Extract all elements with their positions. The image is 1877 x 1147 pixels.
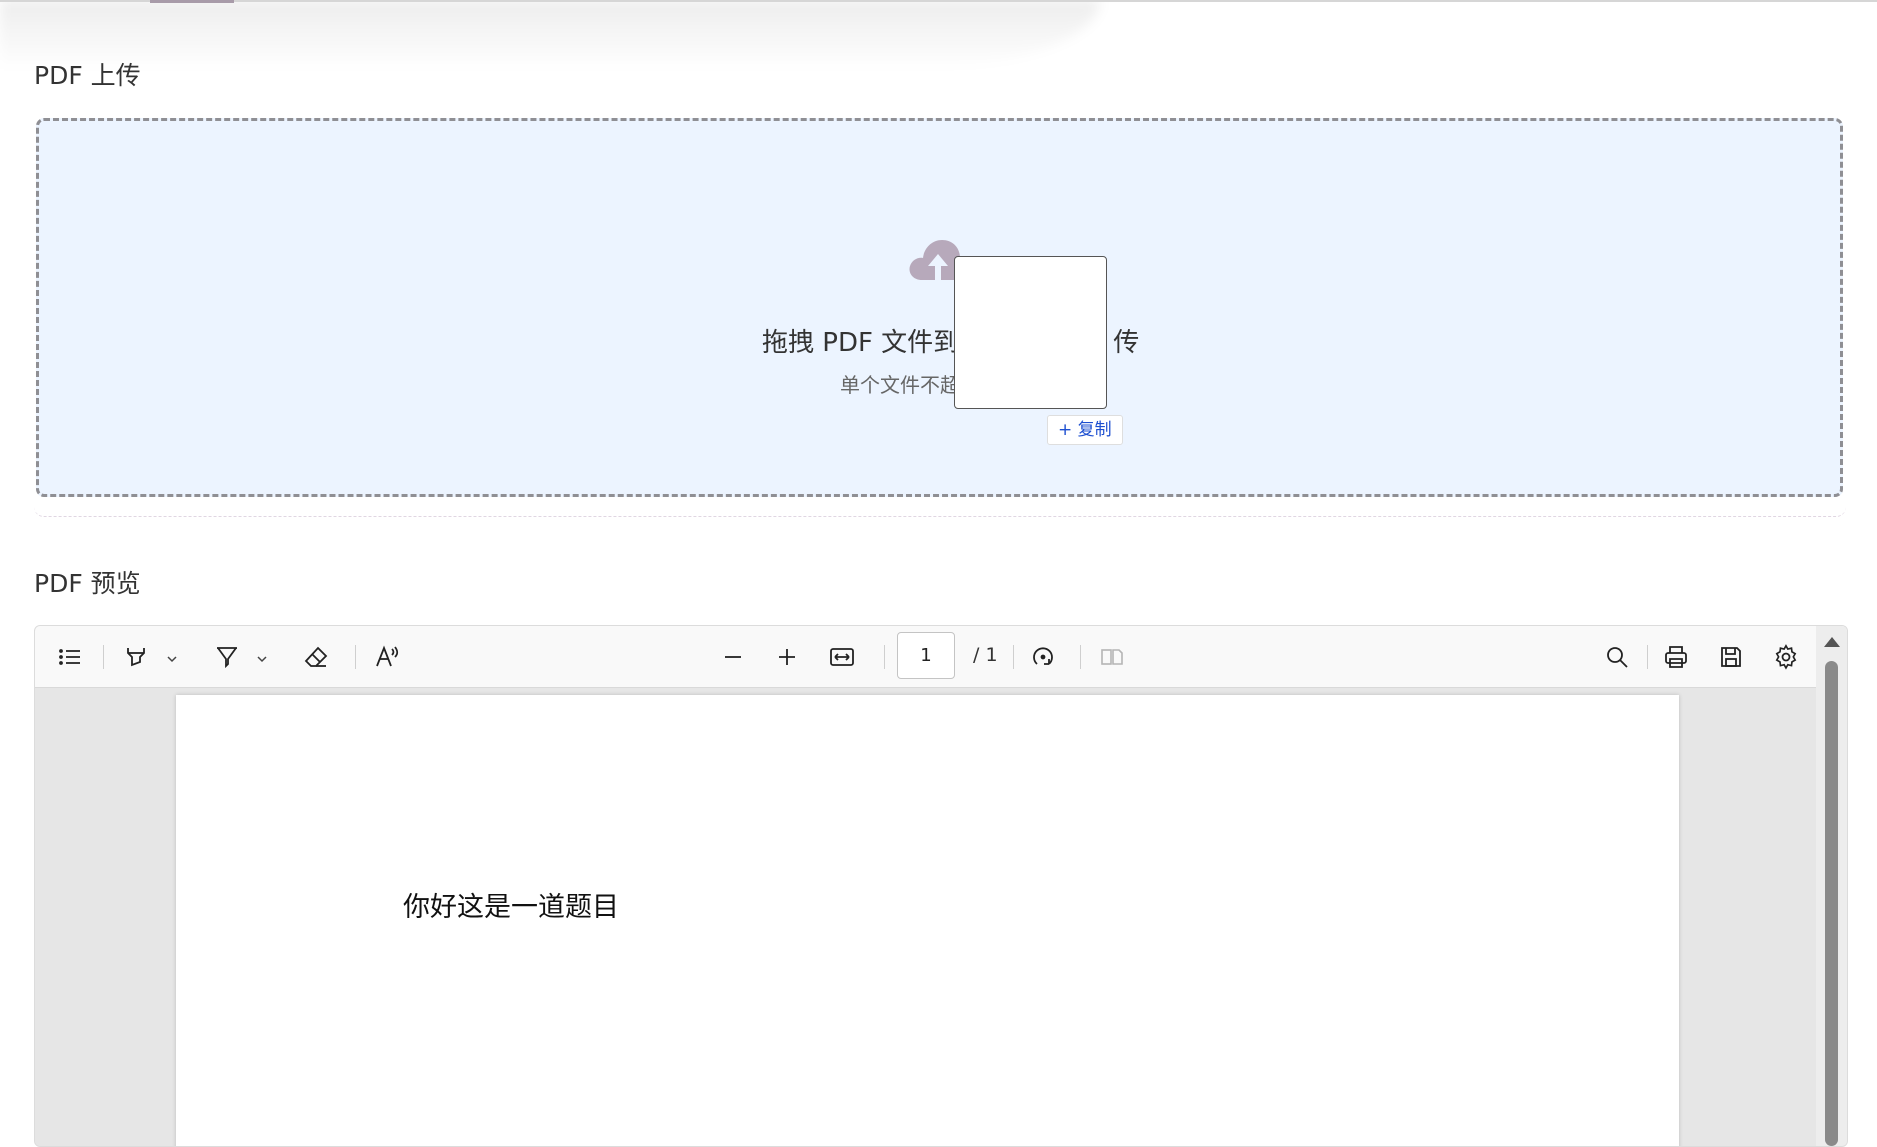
toolbar-separator <box>1013 645 1014 669</box>
page-text: 你好这是一道题目 <box>403 892 619 923</box>
top-border <box>0 0 1877 2</box>
scroll-up-arrow[interactable] <box>1824 637 1840 647</box>
copy-drop-badge: + 复制 <box>1047 415 1123 445</box>
drag-ghost-preview <box>954 256 1107 409</box>
toolbar-separator <box>1080 645 1081 669</box>
top-shadow <box>0 0 1100 70</box>
page-total: / 1 <box>973 644 998 666</box>
preview-section-title: PDF 预览 <box>34 569 141 598</box>
pdf-dropzone[interactable] <box>36 118 1843 497</box>
toolbar-separator <box>1647 645 1648 669</box>
document-area[interactable]: 你好这是一道题目 <box>35 688 1816 1146</box>
list-icon[interactable] <box>55 642 85 672</box>
chevron-down-icon[interactable] <box>255 652 269 666</box>
plus-icon[interactable] <box>772 642 802 672</box>
chevron-down-icon[interactable] <box>165 652 179 666</box>
active-tab-indicator <box>150 0 234 3</box>
toolbar-separator <box>884 645 885 669</box>
pdf-viewer: 1 / 1 你好这是一道题目 <box>34 625 1848 1147</box>
dropzone-instruction-right: 传 <box>1113 328 1140 358</box>
highlighter-icon[interactable] <box>121 642 151 672</box>
scroll-thumb[interactable] <box>1825 661 1838 1146</box>
dropzone-hint: 单个文件不超 <box>840 373 960 397</box>
dropzone-instruction-left: 拖拽 PDF 文件到 <box>762 328 960 358</box>
page-number-input[interactable]: 1 <box>897 632 955 679</box>
toolbar-separator <box>103 645 104 669</box>
rotate-icon[interactable] <box>1028 642 1058 672</box>
vertical-scrollbar[interactable] <box>1816 626 1847 1146</box>
save-icon[interactable] <box>1716 642 1746 672</box>
print-icon[interactable] <box>1661 642 1691 672</box>
viewer-toolbar: 1 / 1 <box>35 626 1847 688</box>
two-page-icon[interactable] <box>1097 642 1127 672</box>
fit-width-icon[interactable] <box>827 642 857 672</box>
search-icon[interactable] <box>1602 642 1632 672</box>
read-aloud-icon[interactable] <box>372 642 402 672</box>
pdf-page: 你好这是一道题目 <box>176 695 1679 1146</box>
pen-icon[interactable] <box>212 642 242 672</box>
dropzone-underline <box>34 500 1846 517</box>
eraser-icon[interactable] <box>301 642 331 672</box>
toolbar-separator <box>355 645 356 669</box>
gear-icon[interactable] <box>1771 642 1801 672</box>
minus-icon[interactable] <box>718 642 748 672</box>
upload-section-title: PDF 上传 <box>34 61 141 90</box>
